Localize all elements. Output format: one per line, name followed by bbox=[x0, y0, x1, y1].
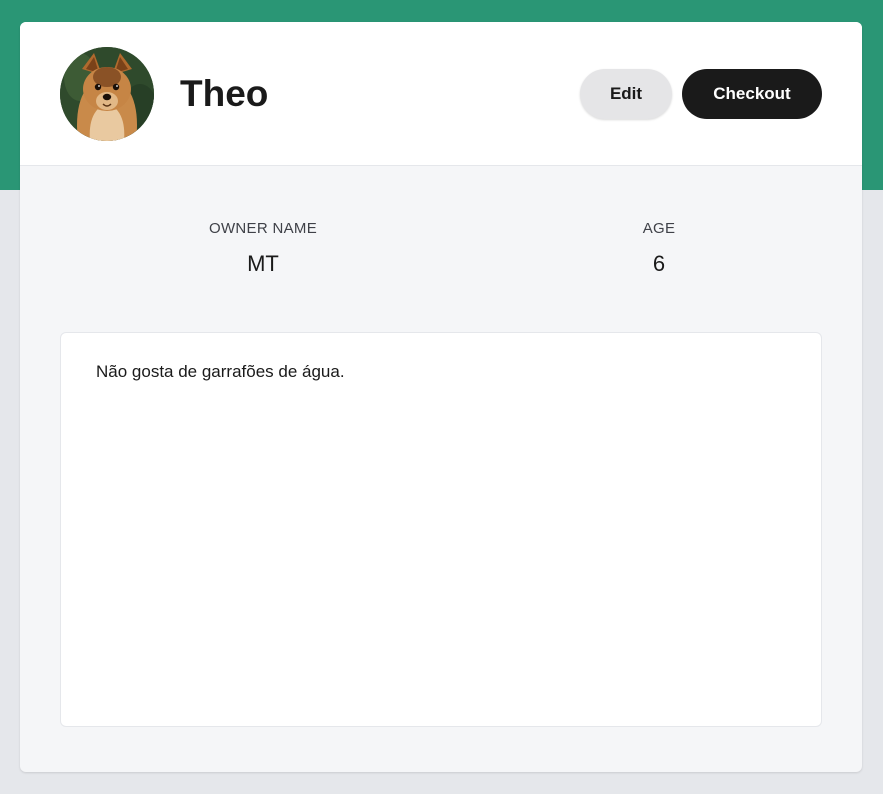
pet-card: Theo Edit Checkout OWNER NAME MT AGE 6 N… bbox=[20, 22, 862, 772]
owner-stat: OWNER NAME MT bbox=[133, 218, 393, 278]
pet-card-header: Theo Edit Checkout bbox=[20, 22, 862, 166]
age-label: AGE bbox=[642, 220, 676, 237]
owner-name-value: MT bbox=[247, 251, 279, 276]
notes-text: Não gosta de garrafões de água. bbox=[96, 362, 345, 381]
age-value: 6 bbox=[652, 251, 666, 276]
edit-button[interactable]: Edit bbox=[580, 69, 672, 119]
owner-name-label: OWNER NAME bbox=[209, 220, 317, 237]
dog-photo-icon bbox=[60, 47, 154, 141]
pet-name: Theo bbox=[180, 73, 269, 114]
notes-panel: Não gosta de garrafões de água. bbox=[60, 332, 822, 727]
age-stat: AGE 6 bbox=[529, 218, 789, 278]
avatar bbox=[60, 47, 154, 141]
checkout-button[interactable]: Checkout bbox=[682, 69, 822, 119]
